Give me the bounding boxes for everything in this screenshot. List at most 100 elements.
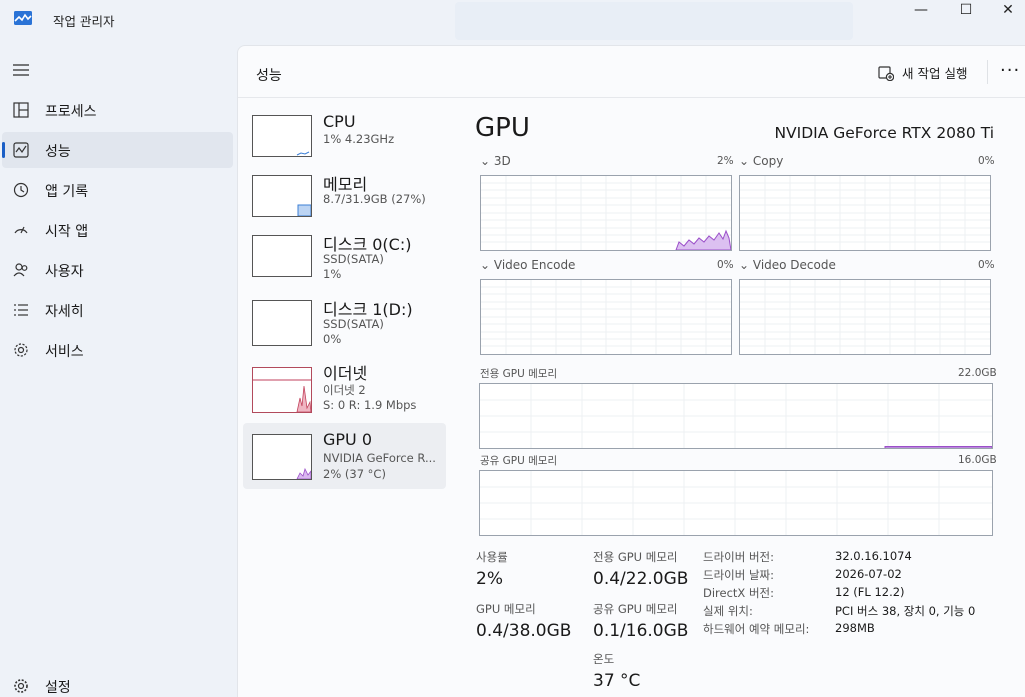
physical-location-key: 실제 위치:: [703, 604, 753, 618]
startup-apps-icon: [12, 221, 30, 239]
engine-3d-percent: 2%: [717, 155, 734, 167]
shared-memory-label: 공유 GPU 메모리: [480, 455, 558, 467]
ethernet-thumbnail-graph: [252, 367, 312, 413]
close-button[interactable]: ✕: [985, 0, 1025, 20]
run-new-task-button[interactable]: 새 작업 실행: [878, 63, 967, 82]
hamburger-menu-icon[interactable]: [12, 62, 30, 78]
sidebar-item-startup-apps[interactable]: 시작 앱: [2, 212, 233, 248]
engine-copy-label[interactable]: ⌄ Copy: [739, 154, 783, 168]
divider: [987, 60, 988, 84]
device-disk-1[interactable]: 디스크 1(D:) SSD(SATA) 0%: [243, 294, 446, 358]
disk1-thumbnail-graph: [252, 300, 312, 346]
sidebar-item-app-history[interactable]: 앱 기록: [2, 172, 233, 208]
active-indicator: [2, 142, 5, 158]
run-new-task-label: 새 작업 실행: [902, 66, 968, 81]
utilization-label: 사용률: [476, 550, 508, 564]
dedicated-stat-value: 0.4/22.0GB: [593, 569, 689, 589]
engine-3d-chart: [481, 176, 731, 250]
shared-memory-graph: [479, 470, 993, 536]
engine-copy-chart: [740, 176, 990, 250]
device-usage: 2% (37 °C): [323, 467, 386, 481]
device-throughput: S: 0 R: 1.9 Mbps: [323, 398, 417, 412]
sidebar-item-performance[interactable]: 성능: [2, 132, 233, 168]
device-detail: 이더넷 2: [323, 383, 366, 397]
dedicated-memory-chart: [480, 384, 992, 448]
title-search-area[interactable]: [455, 2, 853, 40]
dedicated-memory-graph: [479, 383, 993, 449]
device-gpu-0[interactable]: GPU 0 NVIDIA GeForce R... 2% (37 °C): [243, 423, 446, 489]
sidebar-item-label: 앱 기록: [45, 184, 89, 200]
engine-copy-percent: 0%: [978, 155, 995, 167]
engine-video-decode-chart: [740, 280, 990, 354]
engine-video-decode-label[interactable]: ⌄ Video Decode: [739, 258, 836, 272]
sidebar-item-details[interactable]: 자세히: [2, 292, 233, 328]
new-task-icon: [878, 65, 894, 81]
engine-video-encode-graph: [480, 279, 732, 355]
engine-video-encode-label-text: Video Encode: [493, 258, 576, 272]
device-detail: SSD(SATA): [323, 252, 384, 266]
sidebar-item-label: 서비스: [45, 344, 84, 360]
engine-3d-label[interactable]: ⌄ 3D: [480, 154, 511, 168]
gpu-memory-value: 0.4/38.0GB: [476, 621, 572, 641]
disk0-thumbnail-graph: [252, 235, 312, 277]
engine-video-encode-label[interactable]: ⌄ Video Encode: [480, 258, 575, 272]
sidebar-item-users[interactable]: 사용자: [2, 252, 233, 288]
sidebar-item-label: 성능: [45, 144, 71, 160]
sidebar-item-label: 프로세스: [45, 104, 97, 120]
device-cpu[interactable]: CPU 1% 4.23GHz: [243, 106, 446, 170]
shared-memory-chart: [480, 471, 992, 535]
physical-location-value: PCI 버스 38, 장치 0, 기능 0: [835, 604, 976, 618]
maximize-button[interactable]: ☐: [943, 0, 989, 20]
driver-version-value: 32.0.16.1074: [835, 549, 912, 563]
cpu-thumbnail-graph: [252, 115, 312, 157]
device-ethernet[interactable]: 이더넷 이더넷 2 S: 0 R: 1.9 Mbps: [243, 358, 446, 422]
users-icon: [12, 261, 30, 279]
processes-icon: [12, 101, 30, 119]
directx-version-value: 12 (FL 12.2): [835, 585, 905, 599]
directx-version-key: DirectX 버전:: [703, 586, 775, 600]
engine-copy-graph: [739, 175, 991, 251]
dedicated-memory-max: 22.0GB: [958, 367, 997, 379]
sidebar-item-label: 시작 앱: [45, 224, 89, 240]
task-manager-icon: [14, 11, 32, 25]
driver-date-key: 드라이버 날짜:: [703, 568, 775, 582]
details-icon: [12, 301, 30, 319]
sidebar-item-label: 자세히: [45, 304, 84, 320]
page-header: 성능 새 작업 실행 ···: [238, 46, 1025, 98]
dedicated-stat-label: 전용 GPU 메모리: [593, 550, 678, 564]
engine-video-decode-percent: 0%: [978, 259, 995, 271]
engine-video-decode-graph: [739, 279, 991, 355]
engine-3d-label-text: 3D: [493, 154, 511, 168]
engine-video-encode-percent: 0%: [717, 259, 734, 271]
sidebar-item-label: 설정: [45, 680, 71, 696]
device-name: CPU: [323, 112, 356, 131]
more-options-button[interactable]: ···: [1000, 60, 1020, 81]
sidebar-item-processes[interactable]: 프로세스: [2, 92, 233, 128]
title-bar: 작업 관리자 — ☐ ✕: [0, 0, 1025, 40]
device-detail: 8.7/31.9GB (27%): [323, 192, 426, 206]
gpu-memory-label: GPU 메모리: [476, 602, 536, 616]
temperature-label: 온도: [593, 652, 615, 666]
device-memory[interactable]: 메모리 8.7/31.9GB (27%): [243, 168, 446, 232]
driver-version-key: 드라이버 버전:: [703, 550, 775, 564]
page-title: 성능: [256, 68, 282, 84]
device-usage: 0%: [323, 332, 342, 346]
sidebar-item-settings[interactable]: 설정: [2, 668, 233, 697]
driver-date-value: 2026-07-02: [835, 567, 902, 581]
engine-copy-label-text: Copy: [752, 154, 784, 168]
shared-memory-max: 16.0GB: [958, 454, 997, 466]
device-disk-0[interactable]: 디스크 0(C:) SSD(SATA) 1%: [243, 228, 446, 292]
device-detail: NVIDIA GeForce R...: [323, 451, 436, 465]
reserved-memory-key: 하드웨어 예약 메모리:: [703, 622, 810, 636]
device-name: GPU 0: [323, 430, 373, 449]
device-detail: 1% 4.23GHz: [323, 132, 395, 146]
dedicated-memory-label: 전용 GPU 메모리: [480, 368, 558, 380]
gear-icon: [12, 677, 30, 695]
minimize-button[interactable]: —: [898, 0, 944, 20]
device-name: 이더넷: [323, 364, 368, 383]
gpu-model-name: NVIDIA GeForce RTX 2080 Ti: [774, 124, 994, 142]
utilization-value: 2%: [476, 569, 503, 589]
sidebar-item-services[interactable]: 서비스: [2, 332, 233, 368]
shared-stat-label: 공유 GPU 메모리: [593, 602, 678, 616]
shared-stat-value: 0.1/16.0GB: [593, 621, 689, 641]
